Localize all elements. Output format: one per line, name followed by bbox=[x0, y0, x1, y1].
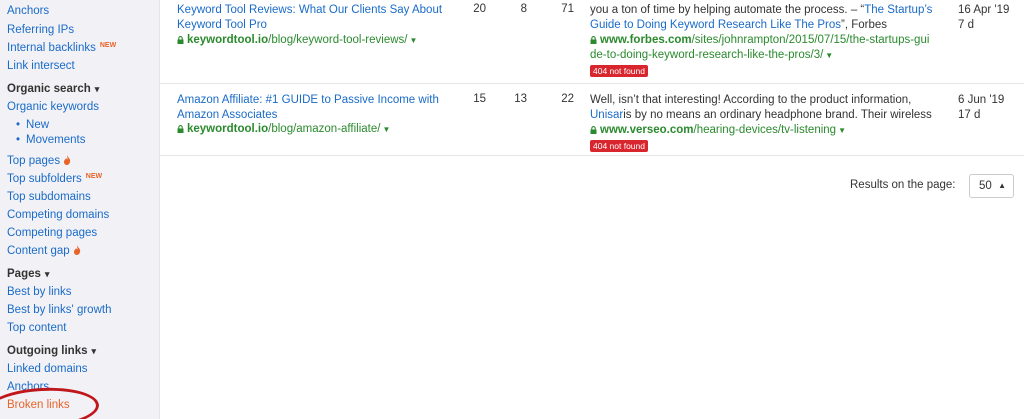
target-url[interactable]: www.forbes.com/sites/johnrampton/2015/07… bbox=[590, 33, 940, 48]
new-badge: NEW bbox=[85, 173, 103, 180]
context-text: is by no means an ordinary headphone bra… bbox=[623, 109, 932, 121]
anchor-context: Well, isn’t that interesting! According … bbox=[590, 93, 940, 154]
anchor-link[interactable]: Unisar bbox=[590, 109, 623, 121]
url-path: /blog/keyword-tool-reviews/ bbox=[268, 34, 408, 46]
title-line: Amazon Affiliate: #1 GUIDE to Passive In… bbox=[177, 94, 439, 106]
referring-page-url[interactable]: keywordtool.io/blog/keyword-tool-reviews… bbox=[177, 33, 417, 48]
date-cell: 16 Apr '19 7 d bbox=[958, 3, 1009, 33]
title-line: Keyword Tool Reviews: What Our Clients S… bbox=[177, 4, 443, 16]
sidebar-item-label: Internal backlinks bbox=[7, 42, 96, 54]
status-badge: 404 not found bbox=[590, 65, 648, 77]
page-title-link[interactable]: Keyword Tool Reviews: What Our Clients S… bbox=[177, 3, 462, 33]
sidebar-section-pages[interactable]: Pages ▾ bbox=[7, 268, 49, 280]
results-per-page-select[interactable]: 50 ▲ bbox=[969, 174, 1014, 198]
context-text: you a ton of time by helping automate th… bbox=[590, 4, 865, 16]
age: 7 d bbox=[958, 19, 974, 31]
url-domain: www.verseo.com bbox=[600, 124, 694, 136]
sidebar-item-top-subfolders[interactable]: Top subfolders NEW bbox=[7, 173, 102, 185]
sidebar-section-outgoing-links[interactable]: Outgoing links ▾ bbox=[7, 345, 96, 357]
url-domain: keywordtool.io bbox=[187, 123, 269, 135]
status-badge: 404 not found bbox=[590, 140, 648, 152]
sidebar-item-competing-domains[interactable]: Competing domains bbox=[7, 209, 109, 221]
sidebar-item-best-by-links[interactable]: Best by links bbox=[7, 286, 72, 298]
table-row: Amazon Affiliate: #1 GUIDE to Passive In… bbox=[160, 84, 1024, 156]
chevron-down-icon[interactable]: ▼ bbox=[382, 125, 390, 134]
caret-down-icon: ▾ bbox=[94, 84, 100, 94]
date-cell: 6 Jun '19 17 d bbox=[958, 93, 1004, 123]
anchor-link[interactable]: The Startup’s bbox=[864, 4, 932, 16]
age: 17 d bbox=[958, 109, 981, 121]
url-path: /sites/johnrampton/2015/07/15/the-startu… bbox=[691, 34, 930, 46]
sidebar: Anchors Referring IPs Internal backlinks… bbox=[0, 0, 160, 419]
table-row: Keyword Tool Reviews: What Our Clients S… bbox=[160, 0, 1024, 84]
section-label: Organic search bbox=[7, 83, 91, 95]
metric-value: 15 bbox=[473, 93, 486, 105]
metric-value: 8 bbox=[520, 3, 527, 15]
lock-icon bbox=[177, 125, 184, 133]
title-line: Amazon Associates bbox=[177, 109, 278, 121]
metric-value: 13 bbox=[514, 93, 527, 105]
referring-page-url[interactable]: keywordtool.io/blog/amazon-affiliate/▼ bbox=[177, 122, 390, 137]
metric-value: 71 bbox=[561, 3, 574, 15]
flame-icon bbox=[73, 245, 80, 255]
url-path: de-to-doing-keyword-research-like-the-pr… bbox=[590, 49, 824, 61]
url-domain: www.forbes.com bbox=[600, 34, 692, 46]
lock-icon bbox=[590, 36, 597, 44]
metric-value: 22 bbox=[561, 93, 574, 105]
lock-icon bbox=[177, 36, 184, 44]
target-url[interactable]: www.verseo.com/hearing-devices/tv-listen… bbox=[590, 123, 940, 138]
sidebar-item-label: New bbox=[26, 119, 50, 131]
sidebar-item-label: Movements bbox=[26, 134, 86, 146]
bullet-icon: • bbox=[16, 119, 21, 131]
sidebar-item-top-subdomains[interactable]: Top subdomains bbox=[7, 191, 91, 203]
sidebar-item-top-pages[interactable]: Top pages bbox=[7, 155, 71, 167]
new-badge: NEW bbox=[99, 42, 117, 49]
anchor-context: you a ton of time by helping automate th… bbox=[590, 3, 940, 79]
sidebar-item-organic-keywords[interactable]: Organic keywords bbox=[7, 101, 99, 113]
first-seen-date: 16 Apr '19 bbox=[958, 4, 1010, 16]
first-seen-date: 6 Jun '19 bbox=[958, 94, 1005, 106]
url-path: /blog/amazon-affiliate/ bbox=[268, 123, 381, 135]
sidebar-item-best-by-links-growth[interactable]: Best by links' growth bbox=[7, 304, 111, 316]
lock-icon bbox=[590, 126, 597, 134]
caret-down-icon: ▾ bbox=[91, 346, 97, 356]
sidebar-item-anchors[interactable]: Anchors bbox=[7, 5, 49, 17]
url-path: /hearing-devices/tv-listening bbox=[693, 124, 837, 136]
section-label: Outgoing links bbox=[7, 345, 88, 357]
flame-icon bbox=[64, 155, 71, 165]
select-value: 50 bbox=[979, 180, 992, 192]
context-text: ”, Forbes bbox=[841, 19, 888, 31]
sidebar-item-top-content[interactable]: Top content bbox=[7, 322, 66, 334]
sidebar-subitem-movements[interactable]: • Movements bbox=[16, 134, 85, 146]
sidebar-item-competing-pages[interactable]: Competing pages bbox=[7, 227, 97, 239]
sidebar-item-label: Content gap bbox=[7, 245, 70, 257]
caret-down-icon: ▾ bbox=[44, 269, 50, 279]
caret-up-icon: ▲ bbox=[998, 181, 1006, 190]
bullet-icon: • bbox=[16, 134, 21, 146]
anchor-link[interactable]: Guide to Doing Keyword Research Like The… bbox=[590, 19, 841, 31]
sidebar-item-label: Top subfolders bbox=[7, 173, 82, 185]
sidebar-item-internal-backlinks[interactable]: Internal backlinks NEW bbox=[7, 42, 116, 54]
metric-value: 20 bbox=[473, 3, 486, 15]
context-text: Well, isn’t that interesting! According … bbox=[590, 94, 912, 106]
results-per-page-label: Results on the page: bbox=[850, 179, 956, 191]
sidebar-subitem-new[interactable]: • New bbox=[16, 119, 49, 131]
section-label: Pages bbox=[7, 268, 41, 280]
url-domain: keywordtool.io bbox=[187, 34, 269, 46]
sidebar-item-linked-domains[interactable]: Linked domains bbox=[7, 363, 88, 375]
chevron-down-icon[interactable]: ▼ bbox=[825, 51, 833, 60]
target-url-cont[interactable]: de-to-doing-keyword-research-like-the-pr… bbox=[590, 48, 940, 63]
chevron-down-icon[interactable]: ▼ bbox=[410, 36, 418, 45]
sidebar-item-referring-ips[interactable]: Referring IPs bbox=[7, 24, 74, 36]
sidebar-item-content-gap[interactable]: Content gap bbox=[7, 245, 81, 257]
sidebar-section-organic-search[interactable]: Organic search ▾ bbox=[7, 83, 99, 95]
page-title-link[interactable]: Amazon Affiliate: #1 GUIDE to Passive In… bbox=[177, 93, 462, 123]
title-line: Keyword Tool Pro bbox=[177, 19, 267, 31]
sidebar-item-link-intersect[interactable]: Link intersect bbox=[7, 60, 75, 72]
sidebar-item-label: Top pages bbox=[7, 155, 61, 167]
chevron-down-icon[interactable]: ▼ bbox=[838, 126, 846, 135]
